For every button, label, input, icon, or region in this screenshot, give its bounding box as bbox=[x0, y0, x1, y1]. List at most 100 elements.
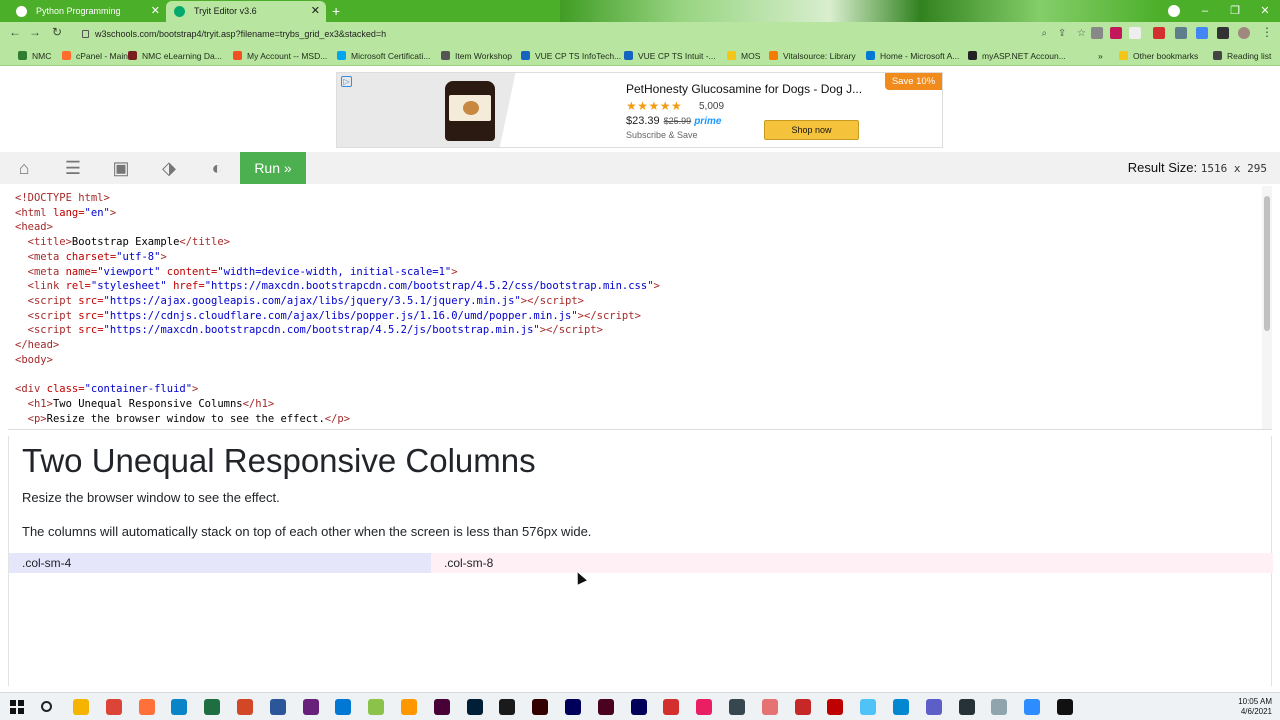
shop-now-button[interactable]: Shop now bbox=[764, 120, 859, 140]
extension-icon[interactable] bbox=[1175, 27, 1187, 39]
tab-python-programming[interactable]: Python Programming ✕ bbox=[8, 1, 166, 22]
photoshop-icon[interactable] bbox=[466, 699, 483, 715]
terminal-alt-icon[interactable] bbox=[729, 699, 745, 715]
product-jar-image[interactable] bbox=[445, 81, 495, 141]
scrollbar-thumb[interactable] bbox=[1264, 196, 1270, 331]
browser-alt-icon[interactable] bbox=[991, 699, 1008, 715]
extension-icon[interactable] bbox=[1129, 27, 1141, 39]
address-bar[interactable]: w3schools.com/bootstrap4/tryit.asp?filen… bbox=[76, 25, 1086, 43]
column-sm-8: .col-sm-8 bbox=[431, 553, 1273, 573]
minimize-icon[interactable]: – bbox=[1190, 0, 1220, 22]
bookmark-item[interactable]: VUE CP TS InfoTech... bbox=[521, 46, 621, 66]
animate-icon[interactable] bbox=[565, 699, 581, 715]
bookmark-item[interactable]: Vitalsource: Library bbox=[769, 46, 856, 66]
illustrator-icon[interactable] bbox=[532, 699, 549, 715]
home-icon[interactable]: ⌂ bbox=[12, 158, 36, 178]
back-icon[interactable]: ← bbox=[6, 25, 24, 39]
bookmark-item[interactable]: Reading list bbox=[1213, 46, 1271, 66]
acrobat-icon[interactable] bbox=[663, 699, 680, 715]
menu-icon[interactable]: ☰ bbox=[61, 158, 85, 178]
forward-icon[interactable]: → bbox=[26, 25, 44, 39]
result-size-value: 1516 x 295 bbox=[1200, 162, 1267, 175]
edge-icon[interactable] bbox=[171, 699, 188, 715]
bookmark-favicon-icon bbox=[624, 51, 633, 60]
chevron-down-icon[interactable]: ⌄ bbox=[1160, 0, 1190, 22]
globe-icon[interactable] bbox=[893, 699, 909, 715]
code-editor[interactable]: <!DOCTYPE html> <html lang="en"> <head> … bbox=[8, 186, 1272, 430]
bookmark-item[interactable]: VUE CP TS Intuit -... bbox=[624, 46, 716, 66]
bookmark-item[interactable]: NMC bbox=[18, 46, 51, 66]
pdf-extension-icon[interactable] bbox=[1153, 27, 1165, 39]
new-tab-icon[interactable]: + bbox=[332, 0, 340, 22]
bookmark-item[interactable]: cPanel - Main bbox=[62, 46, 128, 66]
bookmark-item[interactable]: NMC eLearning Da... bbox=[128, 46, 222, 66]
bookmark-item[interactable]: MOS bbox=[727, 46, 760, 66]
w3schools-favicon-icon bbox=[174, 6, 185, 17]
filezilla-icon[interactable] bbox=[827, 699, 844, 715]
snipping-icon[interactable] bbox=[761, 699, 778, 715]
code-scrollbar[interactable] bbox=[1262, 186, 1272, 429]
bookmark-item[interactable]: Home - Microsoft A... bbox=[866, 46, 959, 66]
bridge-icon[interactable] bbox=[499, 699, 516, 715]
close-icon[interactable]: ✕ bbox=[311, 1, 320, 22]
bookmark-item[interactable]: Microsoft Certificati... bbox=[337, 46, 430, 66]
zoom-icon[interactable]: ⌕ bbox=[1041, 28, 1047, 39]
close-icon[interactable]: ✕ bbox=[151, 1, 160, 22]
indesign-icon[interactable] bbox=[597, 699, 614, 715]
bookmark-item[interactable]: Other bookmarks bbox=[1119, 46, 1198, 66]
bookmark-label: VUE CP TS Intuit -... bbox=[638, 51, 716, 61]
bookmark-label: cPanel - Main bbox=[76, 51, 128, 61]
firefox-icon[interactable] bbox=[138, 699, 155, 715]
paint-icon[interactable] bbox=[696, 699, 713, 715]
headset-icon[interactable] bbox=[958, 699, 975, 715]
save-icon[interactable]: ▣ bbox=[109, 158, 133, 178]
sublime-icon[interactable] bbox=[401, 699, 417, 715]
chrome-icon[interactable] bbox=[105, 699, 122, 715]
search-icon[interactable] bbox=[41, 701, 52, 712]
advertisement[interactable]: ▷ PetHonesty Glucosamine for Dogs - Dog … bbox=[336, 72, 943, 148]
ad-product-title[interactable]: PetHonesty Glucosamine for Dogs - Dog J.… bbox=[626, 82, 862, 96]
dreamweaver-icon[interactable] bbox=[433, 699, 450, 715]
powerpoint-icon[interactable] bbox=[237, 699, 253, 715]
bookmark-item[interactable]: Item Workshop bbox=[441, 46, 512, 66]
after-effects-icon[interactable] bbox=[630, 699, 647, 715]
bookmark-item[interactable]: myASP.NET Accoun... bbox=[968, 46, 1066, 66]
avatar[interactable] bbox=[1238, 27, 1250, 39]
windows-start-icon[interactable] bbox=[9, 699, 25, 715]
bookmark-favicon-icon bbox=[521, 51, 530, 60]
bookmark-label: NMC bbox=[32, 51, 52, 61]
bookmark-favicon-icon bbox=[968, 51, 977, 60]
bug-tool-icon[interactable] bbox=[794, 699, 811, 715]
close-window-icon[interactable]: ✕ bbox=[1250, 0, 1280, 22]
teams-icon[interactable] bbox=[925, 699, 942, 715]
zoom-icon[interactable] bbox=[1024, 699, 1041, 715]
notepad-icon[interactable] bbox=[860, 699, 877, 715]
puzzle-icon[interactable] bbox=[1217, 27, 1229, 39]
visual-studio-icon[interactable] bbox=[302, 699, 319, 715]
extension-icon[interactable] bbox=[1091, 27, 1103, 39]
share-icon[interactable]: ⇪ bbox=[1058, 28, 1066, 39]
tab-tryit-editor[interactable]: Tryit Editor v3.6 ✕ bbox=[166, 1, 326, 22]
kebab-menu-icon[interactable]: ⋮ bbox=[1258, 25, 1276, 39]
ad-choices-icon[interactable]: ▷ bbox=[341, 76, 352, 87]
run-button[interactable]: Run » bbox=[240, 152, 306, 184]
notepad-plus-icon[interactable] bbox=[368, 699, 385, 715]
file-explorer-icon[interactable] bbox=[73, 699, 89, 715]
code-text[interactable]: <!DOCTYPE html> <html lang="en"> <head> … bbox=[15, 191, 660, 426]
bookmark-item[interactable]: My Account -- MSD... bbox=[233, 46, 327, 66]
cmd-icon[interactable] bbox=[1057, 699, 1073, 715]
system-clock[interactable]: 10:05 AM 4/6/2021 bbox=[1238, 697, 1272, 717]
bookmark-star-icon[interactable]: ☆ bbox=[1077, 28, 1086, 39]
bookmark-label: VUE CP TS InfoTech... bbox=[535, 51, 622, 61]
theme-contrast-icon[interactable]: ◐ bbox=[205, 158, 229, 178]
pocket-icon[interactable] bbox=[1110, 27, 1122, 39]
restore-icon[interactable]: ❐ bbox=[1220, 0, 1250, 22]
extension-icon[interactable] bbox=[1196, 27, 1208, 39]
vs-code-icon[interactable] bbox=[335, 699, 352, 715]
word-icon[interactable] bbox=[269, 699, 286, 715]
bookmarks-overflow-icon[interactable]: » bbox=[1098, 46, 1103, 66]
rotate-layout-icon[interactable]: ⬗ bbox=[157, 158, 181, 178]
window-controls: ⌄ – ❐ ✕ bbox=[1160, 0, 1280, 22]
reload-icon[interactable]: ↻ bbox=[48, 25, 66, 39]
excel-icon[interactable] bbox=[204, 699, 221, 715]
